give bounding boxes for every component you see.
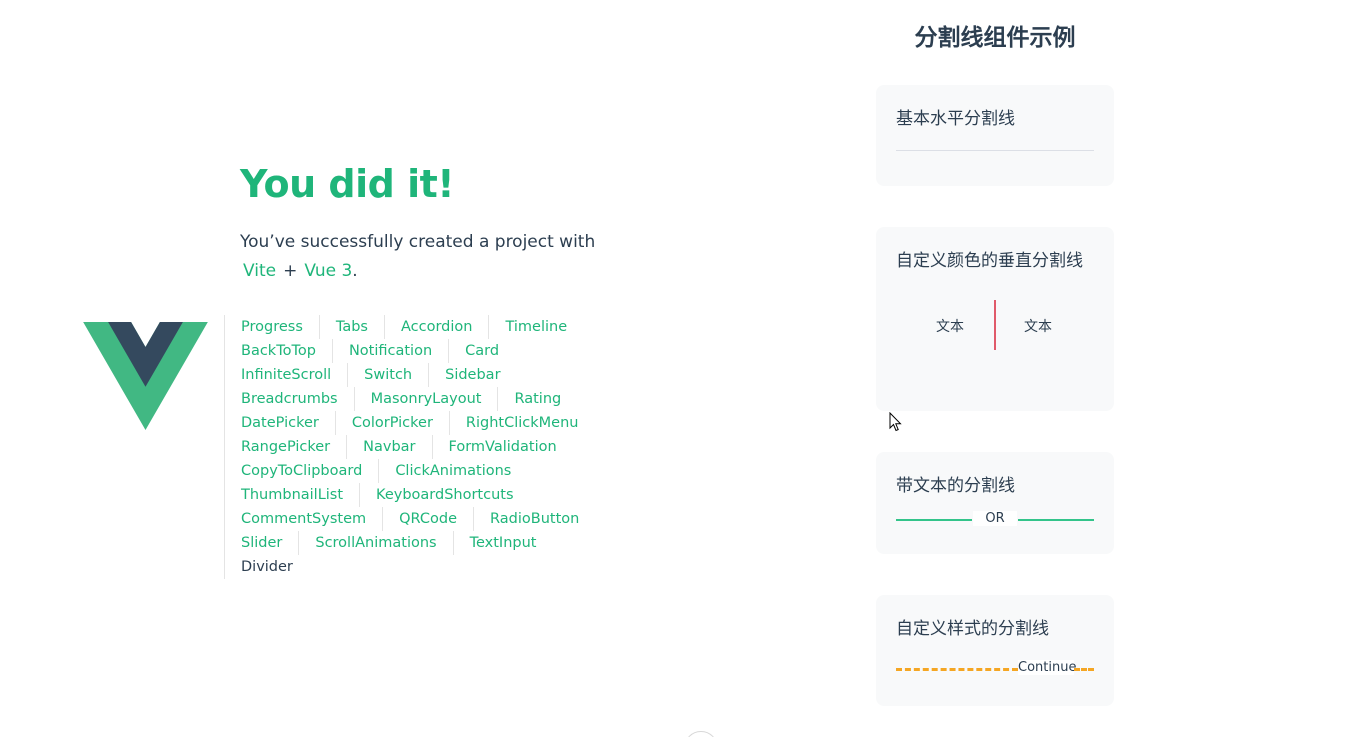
nav-link-commentsystem[interactable]: CommentSystem	[225, 507, 382, 531]
dashed-line-left	[896, 668, 1018, 671]
vertical-divider-row: 文本 文本	[896, 300, 1094, 350]
nav-row: Progress Tabs Accordion Timeline	[225, 315, 645, 339]
vue-logo	[83, 322, 208, 430]
component-nav: Progress Tabs Accordion Timeline BackToTop No…	[224, 315, 645, 579]
card-vertical-divider: 自定义颜色的垂直分割线 文本 文本	[876, 227, 1114, 411]
nav-link-colorpicker[interactable]: ColorPicker	[334, 411, 449, 435]
period: .	[352, 261, 358, 281]
nav-link-notification[interactable]: Notification	[331, 339, 448, 363]
nav-row: Slider ScrollAnimations TextInput	[225, 531, 645, 555]
greeting-subtitle: You’ve successfully created a project wi…	[240, 228, 660, 286]
nav-row: BackToTop Notification Card	[225, 339, 645, 363]
nav-link-clickanimations[interactable]: ClickAnimations	[378, 459, 527, 483]
nav-row: CopyToClipboard ClickAnimations	[225, 459, 645, 483]
nav-row: InfiniteScroll Switch Sidebar	[225, 363, 645, 387]
nav-link-infinitescroll[interactable]: InfiniteScroll	[225, 363, 347, 387]
nav-link-breadcrumbs[interactable]: Breadcrumbs	[225, 387, 354, 411]
card-text-divider: 带文本的分割线 OR	[876, 452, 1114, 554]
mouse-cursor-icon	[889, 412, 902, 432]
page: You did it! You’ve successfully created …	[0, 0, 1366, 737]
horizontal-divider	[896, 150, 1094, 151]
text-divider: OR	[896, 510, 1094, 530]
dashed-divider: Continue	[896, 659, 1094, 679]
nav-link-keyboardshortcuts[interactable]: KeyboardShortcuts	[359, 483, 529, 507]
card-custom-divider: 自定义样式的分割线 Continue	[876, 595, 1114, 706]
nav-link-textinput[interactable]: TextInput	[452, 531, 553, 555]
vue-link[interactable]: Vue 3	[304, 261, 352, 281]
nav-link-formvalidation[interactable]: FormValidation	[431, 435, 573, 459]
dashed-line-right	[1074, 668, 1094, 671]
card-label: 自定义样式的分割线	[896, 619, 1049, 639]
greeting-title: You did it!	[240, 162, 455, 206]
nav-list: Progress Tabs Accordion Timeline BackToTop No…	[225, 315, 645, 579]
nav-link-divider[interactable]: Divider	[225, 555, 309, 579]
nav-row: CommentSystem QRCode RadioButton	[225, 507, 645, 531]
nav-link-rightclickmenu[interactable]: RightClickMenu	[448, 411, 595, 435]
nav-link-timeline[interactable]: Timeline	[488, 315, 583, 339]
nav-link-thumbnaillist[interactable]: ThumbnailList	[225, 483, 359, 507]
nav-row: Breadcrumbs MasonryLayout Rating	[225, 387, 645, 411]
card-label: 基本水平分割线	[896, 109, 1015, 129]
nav-row: DatePicker ColorPicker RightClickMenu	[225, 411, 645, 435]
nav-link-scrollanimations[interactable]: ScrollAnimations	[298, 531, 452, 555]
nav-link-qrcode[interactable]: QRCode	[382, 507, 473, 531]
nav-link-navbar[interactable]: Navbar	[346, 435, 431, 459]
card-label: 带文本的分割线	[896, 476, 1015, 496]
divider-text: Continue	[1018, 660, 1077, 675]
nav-link-masonrylayout[interactable]: MasonryLayout	[353, 387, 498, 411]
nav-link-radiobutton[interactable]: RadioButton	[473, 507, 595, 531]
nav-link-rangepicker[interactable]: RangePicker	[225, 435, 346, 459]
nav-row: RangePicker Navbar FormValidation	[225, 435, 645, 459]
left-text: 文本	[936, 319, 964, 335]
nav-link-backtotop[interactable]: BackToTop	[225, 339, 332, 363]
nav-link-progress[interactable]: Progress	[225, 315, 319, 339]
card-horizontal-divider: 基本水平分割线	[876, 85, 1114, 186]
demo-title: 分割线组件示例	[914, 25, 1076, 51]
nav-link-tabs[interactable]: Tabs	[318, 315, 384, 339]
nav-link-slider[interactable]: Slider	[225, 531, 298, 555]
back-to-top-button[interactable]	[684, 731, 718, 737]
divider-line-left	[896, 519, 972, 521]
card-label: 自定义颜色的垂直分割线	[896, 251, 1083, 271]
nav-link-accordion[interactable]: Accordion	[384, 315, 488, 339]
right-text: 文本	[1024, 319, 1052, 335]
nav-link-copytoclipboard[interactable]: CopyToClipboard	[225, 459, 378, 483]
nav-link-datepicker[interactable]: DatePicker	[225, 411, 335, 435]
plus-sign: +	[283, 261, 298, 281]
divider-text: OR	[973, 511, 1017, 526]
nav-link-card[interactable]: Card	[448, 339, 515, 363]
nav-link-sidebar[interactable]: Sidebar	[428, 363, 516, 387]
nav-row: Divider	[225, 555, 645, 579]
nav-link-switch[interactable]: Switch	[347, 363, 428, 387]
nav-row: ThumbnailList KeyboardShortcuts	[225, 483, 645, 507]
greeting: You did it! You’ve successfully created …	[240, 158, 660, 286]
nav-link-rating[interactable]: Rating	[497, 387, 577, 411]
divider-line-right	[1018, 519, 1094, 521]
vertical-divider	[994, 300, 996, 350]
subtitle-text: You’ve successfully created a project wi…	[240, 232, 596, 252]
vite-link[interactable]: Vite	[243, 261, 276, 281]
